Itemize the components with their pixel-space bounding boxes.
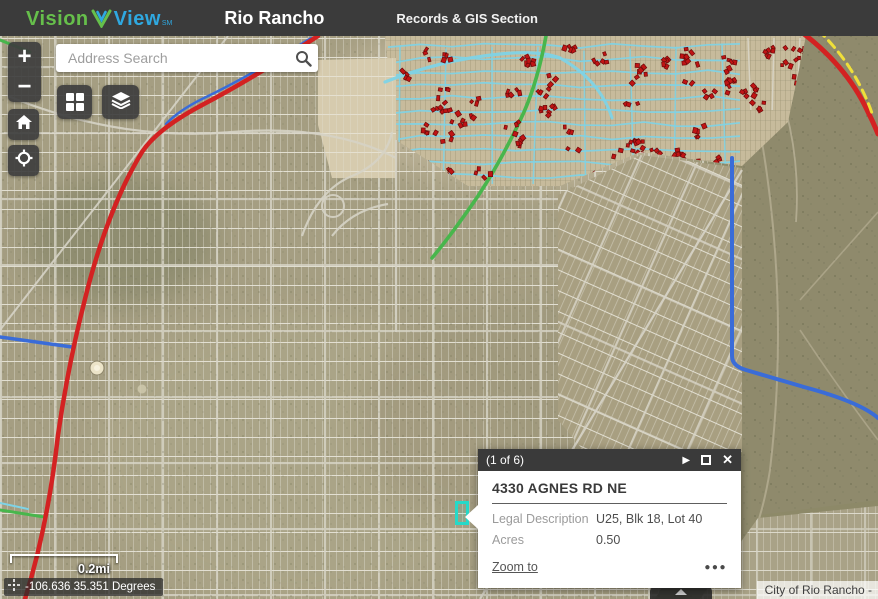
address-search-box (56, 44, 318, 72)
basemap-gallery-button[interactable] (57, 85, 92, 119)
search-input[interactable] (56, 50, 288, 66)
attribute-label: Legal Description (492, 512, 596, 526)
map-attribution: City of Rio Rancho - (757, 581, 878, 599)
coordinates-widget: -106.636 35.351 Degrees (4, 578, 163, 596)
scale-bar: 0.2mi (10, 554, 118, 563)
locate-button[interactable] (8, 145, 39, 176)
attribute-label: Acres (492, 533, 596, 547)
logo-servicemark: SM (162, 20, 173, 27)
close-icon[interactable]: ✕ (722, 452, 733, 468)
logo-v-icon (91, 9, 112, 33)
attribute-row: Legal Description U25, Blk 18, Lot 40 (492, 512, 727, 526)
popup-body: 4330 AGNES RD NE Legal Description U25, … (478, 471, 741, 581)
section-title: Records & GIS Section (396, 11, 538, 26)
home-icon (15, 114, 33, 135)
popup-header: (1 of 6) ▶ ✕ (478, 449, 741, 471)
feature-popup: (1 of 6) ▶ ✕ 4330 AGNES RD NE Legal Desc… (478, 449, 741, 588)
coordinates-readout: -106.636 35.351 Degrees (25, 581, 155, 593)
home-button[interactable] (8, 109, 39, 140)
attribute-value: U25, Blk 18, Lot 40 (596, 512, 702, 526)
logo-word-vision: Vision (26, 8, 89, 31)
layers-button[interactable] (102, 85, 139, 119)
basemap-grid-icon (66, 93, 84, 111)
attribute-row: Acres 0.50 (492, 533, 727, 547)
chevron-up-icon (675, 589, 687, 595)
zoom-to-link[interactable]: Zoom to (492, 560, 538, 574)
zoom-out-button[interactable]: − (8, 72, 41, 102)
search-icon[interactable] (288, 50, 318, 67)
zoom-in-button[interactable]: + (8, 42, 41, 72)
popup-title: 4330 AGNES RD NE (492, 480, 727, 496)
layers-icon (111, 91, 131, 114)
vision-view-logo: Vision View SM (26, 6, 172, 31)
scale-bar-label: 0.2mi (78, 562, 110, 576)
attribute-value: 0.50 (596, 533, 620, 547)
crosshair-icon (8, 578, 20, 596)
zoom-control: + − (8, 42, 41, 102)
popup-pointer (465, 505, 478, 529)
page-title: Rio Rancho (224, 8, 324, 29)
app-window: Vision View SM Rio Rancho Records & GIS … (0, 0, 878, 599)
next-feature-icon[interactable]: ▶ (682, 455, 690, 466)
ellipsis-menu-icon[interactable]: ●●● (704, 562, 727, 573)
app-header: Vision View SM Rio Rancho Records & GIS … (0, 0, 878, 36)
locate-icon (15, 149, 33, 172)
logo-word-view: View (114, 8, 161, 31)
maximize-icon[interactable] (701, 455, 711, 465)
popup-pager: (1 of 6) (486, 453, 524, 467)
